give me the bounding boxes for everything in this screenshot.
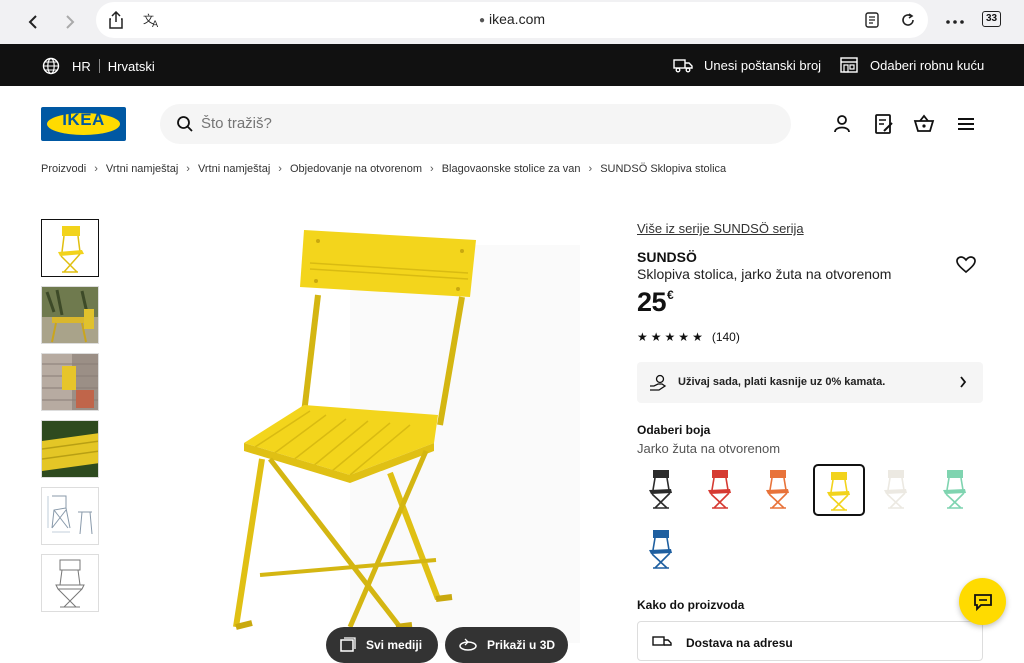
more-icon[interactable] xyxy=(943,10,967,34)
url-display[interactable]: ● ikea.com xyxy=(96,11,928,27)
chat-button[interactable] xyxy=(959,578,1006,625)
chair-icon xyxy=(649,470,672,509)
truck-icon xyxy=(652,636,672,646)
back-icon[interactable] xyxy=(21,10,45,34)
star-icon: ★ xyxy=(678,330,690,344)
chevron-right-icon: › xyxy=(94,163,98,175)
all-media-button[interactable]: Svi mediji xyxy=(326,627,438,663)
view-3d-button[interactable]: Prikaži u 3D xyxy=(445,627,568,663)
crumb-vrtni-1[interactable]: Vrtni namještaj xyxy=(106,163,178,175)
chat-icon xyxy=(973,593,992,611)
chevron-right-icon xyxy=(960,376,967,388)
color-swatch-black[interactable] xyxy=(637,464,689,516)
color-swatch-red[interactable] xyxy=(696,464,748,516)
language-selector[interactable]: HR Hrvatski xyxy=(42,57,155,75)
shopping-list-icon[interactable] xyxy=(873,113,895,135)
lang-name: Hrvatski xyxy=(107,58,155,74)
top-strip: HR Hrvatski Unesi poštanski broj Odaberi… xyxy=(0,44,1024,86)
chevron-right-icon: › xyxy=(588,163,593,175)
color-swatch-yellow[interactable] xyxy=(813,464,865,516)
star-icon: ★ xyxy=(650,330,662,344)
delivery-title: Kako do proizvoda xyxy=(637,598,745,612)
chair-icon xyxy=(943,470,966,509)
breadcrumb: Proizvodi › Vrtni namještaj › Vrtni namj… xyxy=(41,163,726,175)
chair-icon xyxy=(708,470,731,509)
star-icon: ★ xyxy=(692,330,703,344)
chair-icon xyxy=(884,470,907,509)
delivery-label: Dostava na adresu xyxy=(686,636,793,650)
globe-icon xyxy=(42,57,60,75)
color-swatch-mint[interactable] xyxy=(931,464,983,516)
series-link[interactable]: Više iz serije SUNDSÖ serija xyxy=(637,221,804,236)
crumb-proizvodi[interactable]: Proizvodi xyxy=(41,163,86,175)
delivery-option[interactable]: Dostava na adresu xyxy=(637,621,983,661)
crumb-stolice[interactable]: Blagovaonske stolice za van xyxy=(442,163,581,175)
browser-toolbar: 文A ● ikea.com 33 xyxy=(0,0,1024,44)
store-button[interactable]: Odaberi robnu kuću xyxy=(840,57,984,73)
store-icon xyxy=(840,57,858,73)
chair-icon xyxy=(766,470,789,509)
crumb-objedovanje[interactable]: Objedovanje na otvorenom xyxy=(290,163,422,175)
search-input[interactable] xyxy=(201,115,701,132)
view-3d-label: Prikaži u 3D xyxy=(487,638,556,652)
thumbnail-chair[interactable] xyxy=(41,219,99,277)
store-label: Odaberi robnu kuću xyxy=(870,57,985,73)
ikea-logo[interactable]: IKEA xyxy=(41,107,126,141)
rotate-3d-icon xyxy=(459,638,477,651)
postal-code-button[interactable]: Unesi poštanski broj xyxy=(673,57,821,73)
color-value: Jarko žuta na otvorenom xyxy=(637,441,781,456)
logo-text: IKEA xyxy=(62,110,105,129)
forward-icon[interactable] xyxy=(58,10,82,34)
reload-icon[interactable] xyxy=(896,8,920,32)
review-count: (140) xyxy=(711,330,740,344)
lang-code: HR xyxy=(72,58,91,74)
pay-later-banner[interactable]: Uživaj sada, plati kasnije uz 0% kamata. xyxy=(637,362,983,403)
price: 25€ xyxy=(637,287,674,318)
pay-later-text: Uživaj sada, plati kasnije uz 0% kamata. xyxy=(678,376,886,388)
crumb-vrtni-2[interactable]: Vrtni namještaj xyxy=(198,163,270,175)
lock-icon: ● xyxy=(478,15,485,26)
color-title: Odaberi boja xyxy=(637,423,711,437)
price-currency: € xyxy=(667,288,674,302)
truck-icon xyxy=(673,59,693,73)
price-value: 25 xyxy=(637,287,667,317)
reader-icon[interactable] xyxy=(860,8,884,32)
hand-coin-icon xyxy=(650,374,667,391)
color-swatch-orange[interactable] xyxy=(754,464,806,516)
menu-icon[interactable] xyxy=(955,113,977,135)
divider xyxy=(98,59,100,73)
thumbnail-dimensions[interactable] xyxy=(41,487,99,545)
chair-icon xyxy=(827,472,850,511)
user-icon[interactable] xyxy=(831,113,853,135)
chevron-right-icon: › xyxy=(186,163,190,175)
cart-icon[interactable] xyxy=(913,113,935,135)
product-description: Sklopiva stolica, jarko žuta na otvoreno… xyxy=(637,266,892,282)
thumbnail-garden[interactable] xyxy=(41,286,99,344)
thumbnail-sketch[interactable] xyxy=(41,554,99,612)
star-icon: ★ xyxy=(664,330,676,344)
star-icon: ★ xyxy=(637,330,648,344)
search-icon xyxy=(177,116,193,132)
postal-label: Unesi poštanski broj xyxy=(704,57,822,73)
all-media-label: Svi mediji xyxy=(366,638,423,652)
product-image[interactable] xyxy=(200,215,600,643)
crumb-current: SUNDSÖ Sklopiva stolica xyxy=(600,163,727,175)
color-swatch-white[interactable] xyxy=(872,464,924,516)
heart-icon[interactable] xyxy=(956,256,976,274)
gallery-icon xyxy=(340,637,356,652)
color-swatch-blue[interactable] xyxy=(637,524,689,576)
chair-icon xyxy=(649,530,672,569)
rating[interactable]: ★ ★ ★ ★ ★ (140) xyxy=(637,330,740,344)
thumbnail-closeup[interactable] xyxy=(41,420,99,478)
address-bar[interactable]: 文A ● ikea.com xyxy=(96,2,928,38)
chevron-right-icon: › xyxy=(430,163,434,175)
product-name: SUNDSÖ xyxy=(637,249,697,265)
thumbnail-wall[interactable] xyxy=(41,353,99,411)
chevron-right-icon: › xyxy=(278,163,282,175)
search-bar[interactable] xyxy=(160,104,791,144)
tabs-button[interactable]: 33 xyxy=(982,11,1001,27)
